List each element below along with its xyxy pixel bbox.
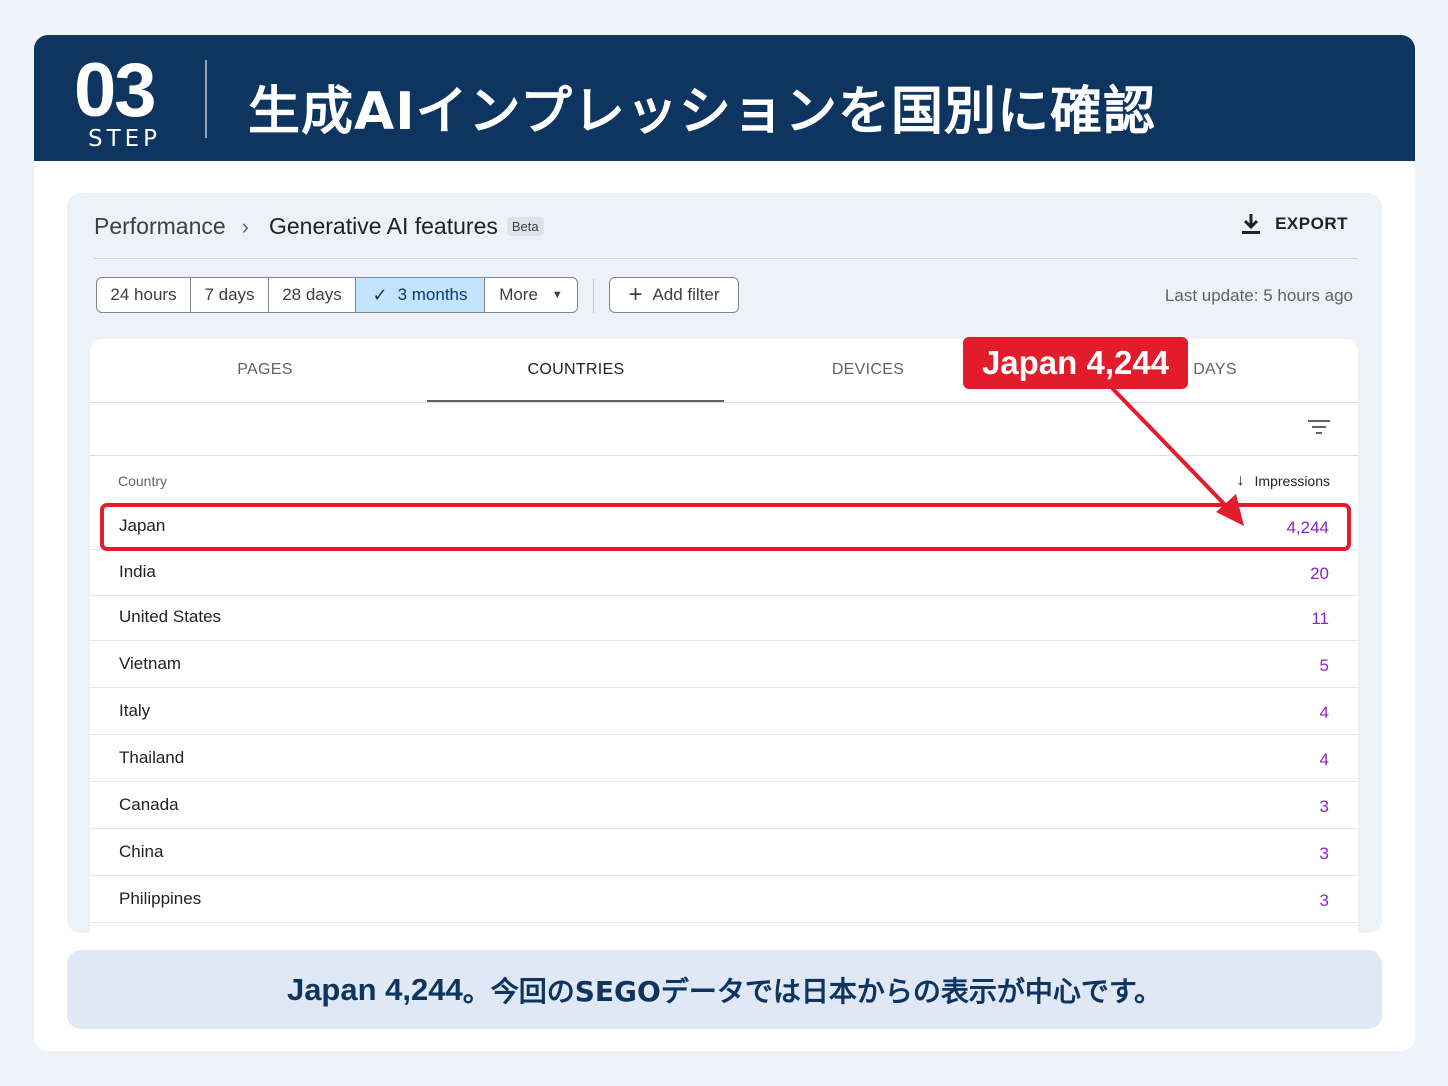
footer-caption: Japan 4,244 。今回のSEGOデータでは日本からの表示が中心です。 <box>67 950 1382 1029</box>
callout-arrow <box>1110 386 1244 526</box>
japan-callout: Japan 4,244 <box>963 337 1188 389</box>
footer-lead: Japan 4,244 <box>286 971 463 1007</box>
footer-text: 。今回のSEGOデータでは日本からの表示が中心です。 <box>462 974 1163 1008</box>
